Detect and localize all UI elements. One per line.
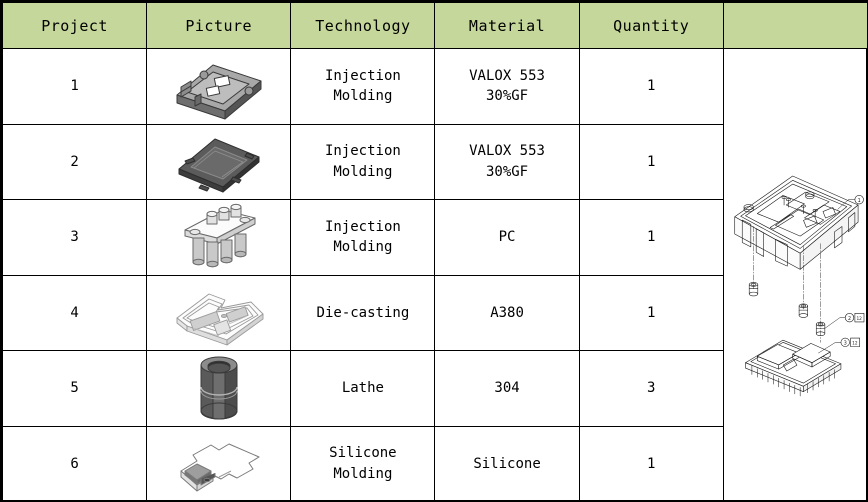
part-image-bushing-sleeve	[147, 351, 290, 426]
cell-picture	[146, 425, 292, 502]
bom-sheet: Project Picture Technology Material Quan…	[0, 0, 868, 502]
cell-material: A380	[434, 274, 580, 351]
column-header-picture: Picture	[146, 2, 292, 49]
cell-picture	[146, 350, 292, 427]
material-line-2: 30%GF	[485, 163, 529, 180]
technology-line-2: Molding	[333, 239, 393, 256]
header-row: Project Picture Technology Material Quan…	[1, 2, 868, 49]
cell-material: VALOX 553 30%GF	[434, 48, 580, 125]
material-line-1: A380	[490, 304, 524, 321]
material-line-1: Silicone	[473, 455, 541, 472]
cell-picture	[146, 123, 292, 200]
technology-line-1: Injection	[324, 143, 401, 160]
cell-assembly-drawing: 1 2 12 3 12	[722, 48, 868, 502]
material-line-1: 304	[494, 380, 520, 397]
table-header: Project Picture Technology Material Quan…	[1, 2, 868, 49]
cell-technology: Lathe	[290, 350, 436, 427]
callout-2-label: 2	[848, 316, 851, 322]
callout-1-label: 1	[857, 198, 860, 204]
cell-project: 4	[1, 274, 148, 351]
column-header-project: Project	[1, 2, 148, 49]
cell-material: 304	[434, 350, 580, 427]
technology-line-1: Injection	[324, 67, 401, 84]
cell-technology: Injection Molding	[290, 199, 436, 276]
cell-project: 6	[1, 425, 148, 502]
material-line-1: PC	[498, 229, 516, 246]
cell-material: VALOX 553 30%GF	[434, 123, 580, 200]
cell-quantity: 1	[578, 123, 724, 200]
cell-quantity: 1	[578, 425, 724, 502]
exploded-assembly-drawing: 1 2 12 3 12	[724, 49, 867, 501]
technology-line-1: Silicone	[329, 445, 397, 462]
technology-line-2: Molding	[333, 88, 393, 105]
cell-technology: Injection Molding	[290, 48, 436, 125]
technology-line-1: Lathe	[341, 380, 384, 397]
callout-3-label: 3	[843, 340, 846, 346]
part-image-pc-connector	[147, 200, 290, 275]
callout-3-box: 12	[852, 340, 858, 346]
cell-technology: Die-casting	[290, 274, 436, 351]
column-header-technology: Technology	[290, 2, 436, 49]
material-line-2: 30%GF	[485, 88, 529, 105]
cell-project: 1	[1, 48, 148, 125]
cell-quantity: 1	[578, 48, 724, 125]
part-image-silicone-gasket	[147, 427, 290, 502]
technology-line-1: Die-casting	[316, 304, 410, 321]
column-header-drawing	[722, 2, 868, 49]
cell-technology: Silicone Molding	[290, 425, 436, 502]
cell-quantity: 3	[578, 350, 724, 427]
technology-line-1: Injection	[324, 218, 401, 235]
cell-picture	[146, 199, 292, 276]
cell-picture	[146, 48, 292, 125]
table-body: 1 Injection Molding VALOX 553 30%GF 1 1 …	[1, 48, 868, 502]
material-line-1: VALOX 553	[469, 67, 545, 84]
column-header-material: Material	[434, 2, 580, 49]
cell-project: 3	[1, 199, 148, 276]
part-image-housing-base	[147, 49, 290, 124]
cell-quantity: 1	[578, 274, 724, 351]
technology-line-2: Molding	[333, 465, 393, 482]
part-image-die-cast-frame	[147, 276, 290, 351]
column-header-quantity: Quantity	[578, 2, 724, 49]
cell-project: 2	[1, 123, 148, 200]
bill-of-materials-table: Project Picture Technology Material Quan…	[1, 2, 868, 502]
callout-2-box: 12	[856, 316, 862, 322]
cell-material: PC	[434, 199, 580, 276]
cell-project: 5	[1, 350, 148, 427]
cell-material: Silicone	[434, 425, 580, 502]
cell-technology: Injection Molding	[290, 123, 436, 200]
cell-quantity: 1	[578, 199, 724, 276]
technology-line-2: Molding	[333, 163, 393, 180]
table-row: 1 Injection Molding VALOX 553 30%GF 1 1 …	[1, 48, 868, 502]
cell-picture	[146, 274, 292, 351]
part-image-cover-lid	[147, 125, 290, 200]
material-line-1: VALOX 553	[469, 143, 545, 160]
